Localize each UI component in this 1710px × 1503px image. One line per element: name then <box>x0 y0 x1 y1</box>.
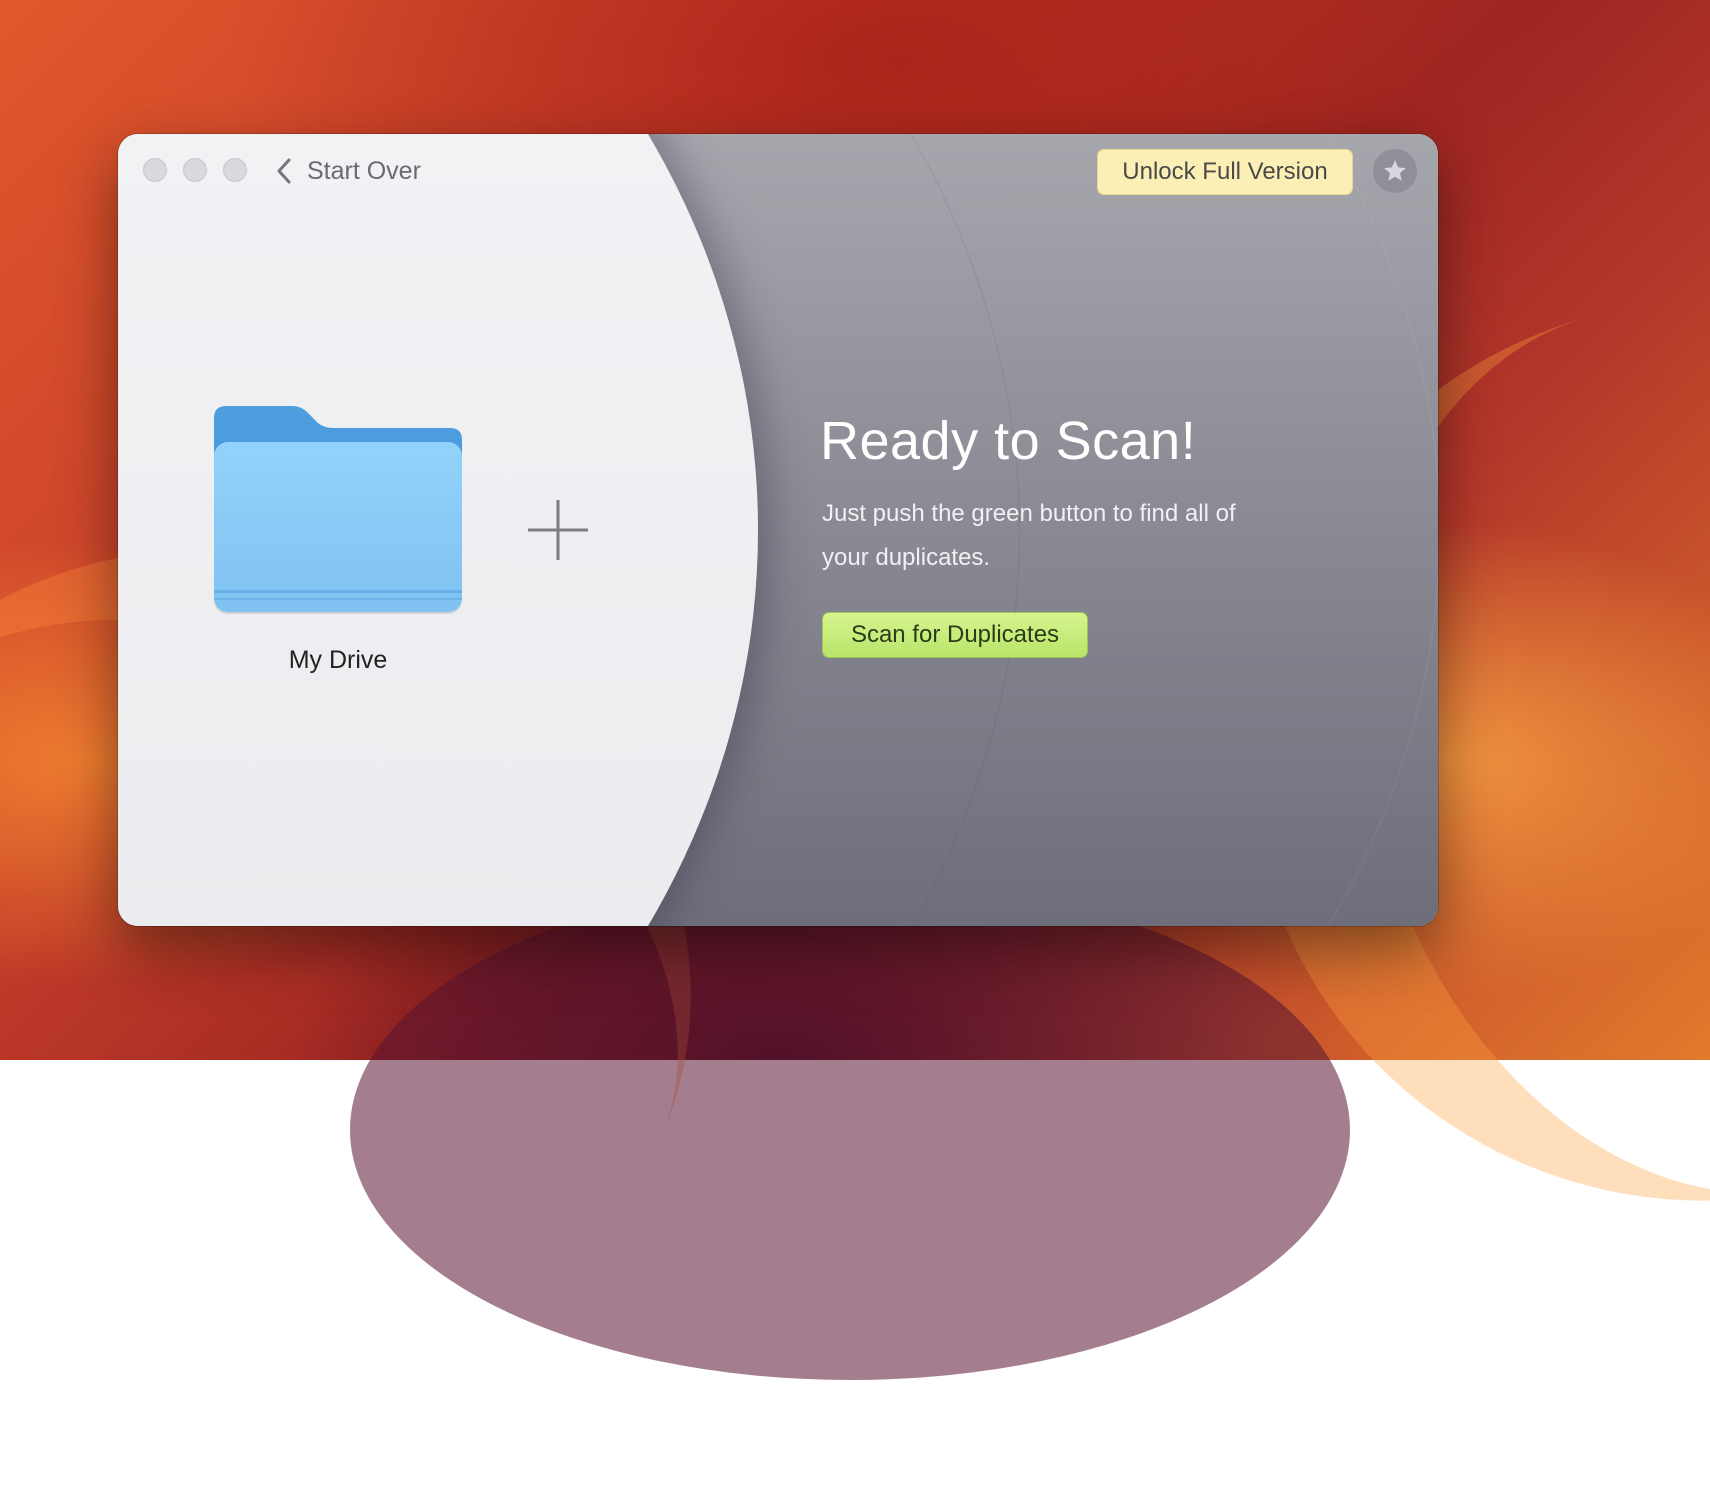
chevron-left-icon <box>273 156 295 186</box>
unlock-full-version-button[interactable]: Unlock Full Version <box>1097 149 1353 195</box>
minimize-window-button[interactable] <box>183 158 207 182</box>
plus-icon[interactable] <box>526 498 590 562</box>
close-window-button[interactable] <box>143 158 167 182</box>
folder-label: My Drive <box>288 646 388 674</box>
folder-icon[interactable] <box>214 406 462 616</box>
star-icon[interactable] <box>1373 149 1417 193</box>
zoom-window-button[interactable] <box>223 158 247 182</box>
start-over-label: Start Over <box>307 156 421 185</box>
wallpaper-wave <box>350 880 1350 1380</box>
scan-for-duplicates-button[interactable]: Scan for Duplicates <box>822 612 1088 658</box>
app-window: Start Over My Drive Unlock Full Version … <box>118 134 1438 926</box>
instruction-text: Just push the green button to find all o… <box>822 500 1236 571</box>
start-over-button[interactable]: Start Over <box>273 154 421 188</box>
ready-headline: Ready to Scan! <box>820 411 1197 471</box>
